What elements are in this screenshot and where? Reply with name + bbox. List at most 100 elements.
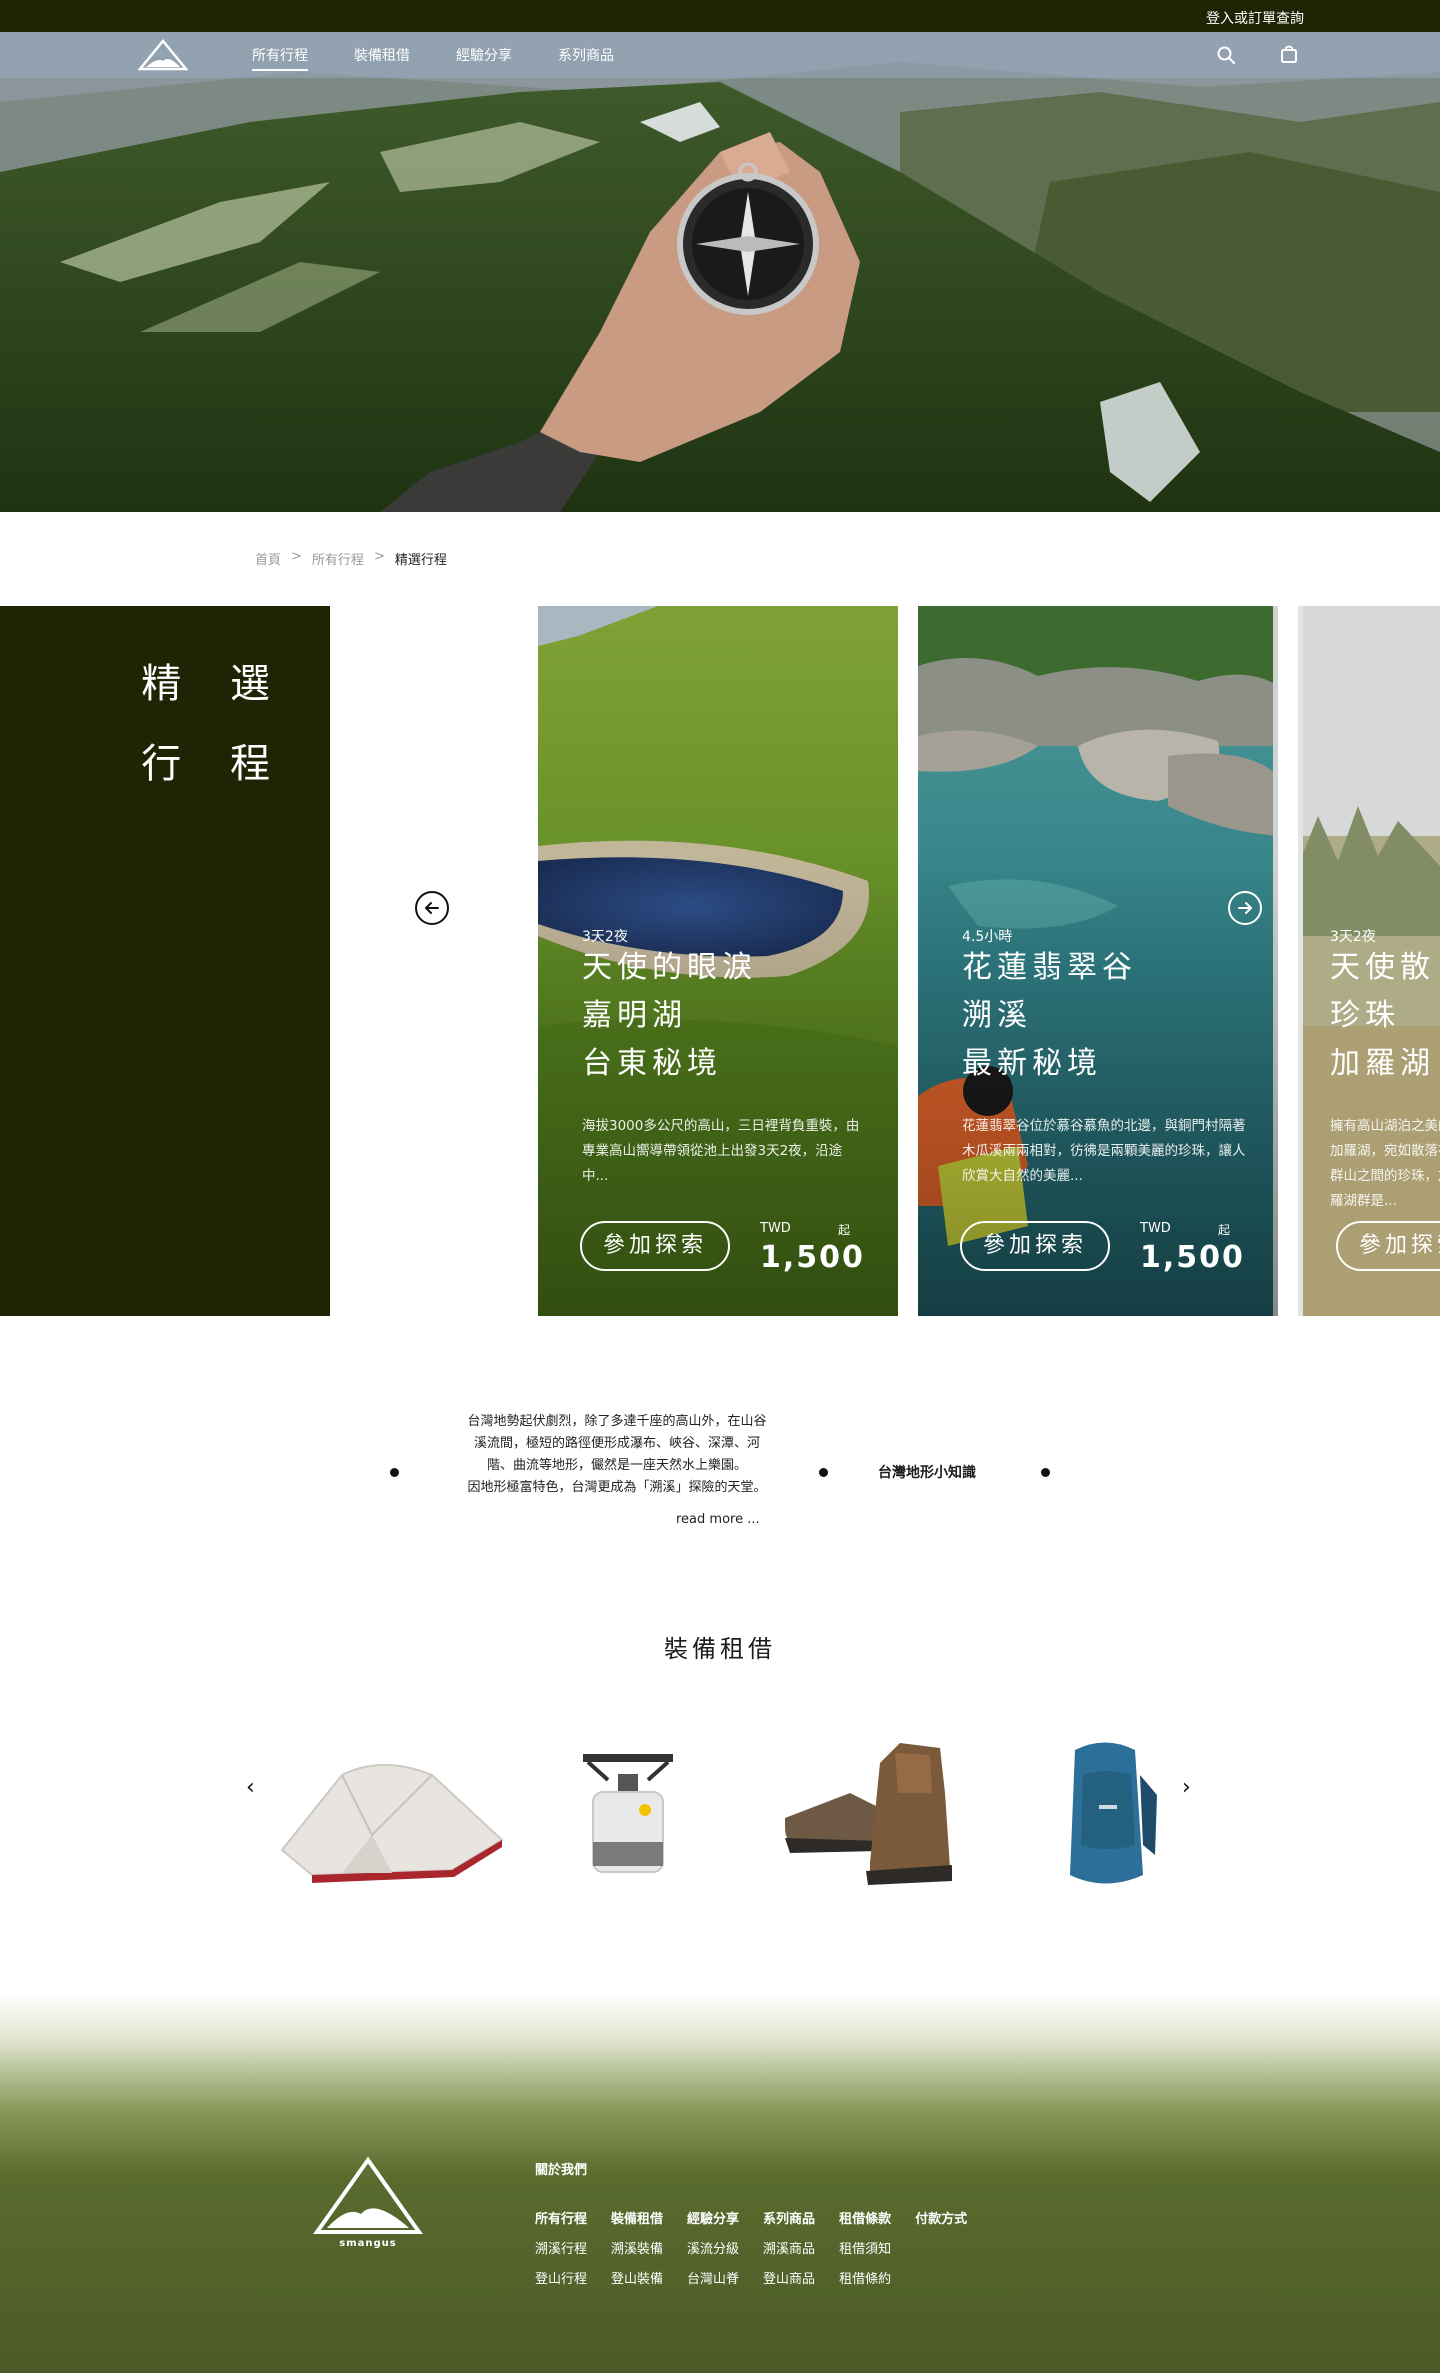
site-footer: smangus 關於我們 所有行程 溯溪行程 登山行程 裝備租借 溯溪裝備 登山… <box>0 1995 1440 2373</box>
hiking-boots-icon[interactable] <box>780 1733 955 1888</box>
trip-card-emerald-valley[interactable]: 4.5小時 花蓮翡翠谷 溯溪 最新秘境 花蓮翡翠谷位於慕谷慕魚的北邊，與銅門村隔… <box>918 606 1278 1316</box>
arrow-left-icon <box>425 902 439 914</box>
trip-price: 1,500 <box>760 1240 865 1275</box>
trip-title-line: 珍珠 <box>1330 998 1400 1033</box>
carousel-dot[interactable] <box>390 1468 399 1477</box>
footer-link[interactable]: 溯溪商品 <box>763 2235 815 2265</box>
nav-link-gear-rental[interactable]: 裝備租借 <box>354 45 410 65</box>
trip-duration: 3天2夜 <box>582 929 628 945</box>
trip-description: 花蓮翡翠谷位於慕谷慕魚的北邊，與銅門村隔著木瓜溪兩兩相對，彷彿是兩顆美麗的珍珠，… <box>962 1118 1246 1184</box>
top-bar: 登入或訂單查詢 <box>0 0 1440 32</box>
trip-title-line: 台東秘境 <box>582 1046 722 1081</box>
carousel-prev-button[interactable] <box>415 891 449 925</box>
trip-title-line: 加羅湖 <box>1330 1046 1435 1081</box>
trip-card-jialuo-lake[interactable]: 3天2夜 天使散 珍珠 加羅湖 擁有高山湖泊之美的加羅湖，宛如散落在群山之間的珍… <box>1298 606 1440 1316</box>
footer-column-head[interactable]: 系列商品 <box>763 2205 815 2235</box>
knowledge-label[interactable]: 台灣地形小知識 <box>878 1462 976 1482</box>
footer-column-head[interactable]: 所有行程 <box>535 2205 587 2235</box>
footer-link[interactable]: 登山商品 <box>763 2265 815 2295</box>
footer-column: 經驗分享 溪流分級 台灣山脊 <box>687 2205 739 2295</box>
footer-logo[interactable]: smangus <box>313 2156 423 2256</box>
trip-title-line: 花蓮翡翠谷 <box>962 950 1137 985</box>
knowledge-line: 階、曲流等地形，儼然是一座天然水上樂園。 <box>486 1458 747 1473</box>
join-button[interactable]: 參加探索 <box>960 1221 1110 1271</box>
trip-duration: 4.5小時 <box>962 929 1013 945</box>
mountain-logo-icon <box>313 2156 423 2234</box>
featured-title-panel: 精 選 行 程 <box>0 606 330 1316</box>
gear-section-title: 裝備租借 <box>664 1635 776 1663</box>
backpack-icon[interactable] <box>1055 1735 1160 1892</box>
price-from: 起 <box>1218 1223 1231 1237</box>
nav-link-all-trips[interactable]: 所有行程 <box>252 45 308 71</box>
footer-link[interactable]: 溯溪裝備 <box>611 2235 663 2265</box>
shopping-bag-icon[interactable] <box>1279 44 1299 64</box>
nav-link-merchandise[interactable]: 系列商品 <box>558 45 614 65</box>
hero-image <box>0 32 1440 512</box>
breadcrumb-separator: > <box>373 549 385 564</box>
trip-title-line: 天使的眼淚 <box>582 950 757 985</box>
footer-link[interactable]: 溪流分級 <box>687 2235 739 2265</box>
price-from: 起 <box>838 1223 851 1237</box>
tent-icon[interactable] <box>272 1745 512 1885</box>
footer-column: 系列商品 溯溪商品 登山商品 <box>763 2205 815 2295</box>
footer-column-head[interactable]: 裝備租借 <box>611 2205 663 2235</box>
arrow-right-icon <box>1238 902 1252 914</box>
trip-title-line: 溯溪 <box>962 998 1032 1033</box>
footer-columns: 所有行程 溯溪行程 登山行程 裝備租借 溯溪裝備 登山裝備 經驗分享 溪流分級 … <box>535 2205 991 2295</box>
gas-stove-icon[interactable] <box>578 1750 678 1885</box>
knowledge-text: 台灣地勢起伏劇烈，除了多達千座的高山外，在山谷 溪流間，極短的路徑便形成瀑布、峽… <box>452 1411 782 1499</box>
breadcrumb-home[interactable]: 首頁 <box>255 549 281 568</box>
carousel-next-button[interactable] <box>1228 891 1262 925</box>
nav-link-experience[interactable]: 經驗分享 <box>456 45 512 65</box>
footer-column-head[interactable]: 付款方式 <box>915 2205 967 2235</box>
login-order-link[interactable]: 登入或訂單查詢 <box>1206 8 1304 28</box>
footer-wordmark: smangus <box>339 2238 397 2249</box>
footer-link[interactable]: 租借條約 <box>839 2265 891 2295</box>
carousel-dot[interactable] <box>819 1468 828 1477</box>
footer-link[interactable]: 租借須知 <box>839 2235 891 2265</box>
footer-link[interactable]: 登山裝備 <box>611 2265 663 2295</box>
footer-column-head[interactable]: 經驗分享 <box>687 2205 739 2235</box>
footer-column: 所有行程 溯溪行程 登山行程 <box>535 2205 587 2295</box>
footer-column-head[interactable]: 租借條款 <box>839 2205 891 2235</box>
footer-link[interactable]: 登山行程 <box>535 2265 587 2295</box>
knowledge-line: 台灣地勢起伏劇烈，除了多達千座的高山外，在山谷 <box>467 1414 767 1429</box>
carousel-dot[interactable] <box>1041 1468 1050 1477</box>
read-more-link[interactable]: read more ... <box>676 1512 760 1527</box>
hero-banner: 所有行程 裝備租借 經驗分享 系列商品 <box>0 32 1440 512</box>
mountain-logo-icon[interactable] <box>138 37 188 73</box>
price-currency: TWD <box>760 1221 791 1236</box>
breadcrumb-current: 精選行程 <box>394 553 447 568</box>
footer-link[interactable]: 溯溪行程 <box>535 2235 587 2265</box>
footer-column: 裝備租借 溯溪裝備 登山裝備 <box>611 2205 663 2295</box>
trip-title: 天使的眼淚 嘉明湖 台東秘境 <box>582 944 757 1088</box>
gear-next-button[interactable]: › <box>1182 1775 1191 1800</box>
trip-duration: 3天2夜 <box>1330 929 1376 945</box>
nav-links: 所有行程 裝備租借 經驗分享 系列商品 <box>252 32 660 78</box>
breadcrumb-all-trips[interactable]: 所有行程 <box>312 549 364 568</box>
featured-title: 精 選 行 程 <box>88 644 288 804</box>
join-button[interactable]: 參加探索 <box>1336 1221 1440 1271</box>
join-button[interactable]: 參加探索 <box>580 1221 730 1271</box>
main-nav: 所有行程 裝備租借 經驗分享 系列商品 <box>0 32 1440 78</box>
trip-title: 天使散 珍珠 加羅湖 <box>1330 944 1435 1088</box>
trip-title-line: 最新秘境 <box>962 1046 1102 1081</box>
price-currency: TWD <box>1140 1221 1171 1236</box>
trip-price: 1,500 <box>1140 1240 1245 1275</box>
trip-description: 海拔3000多公尺的高山，三日裡背負重裝，由專業高山嚮導帶領從池上出發3天2夜，… <box>582 1118 860 1184</box>
knowledge-line: 溪流間，極短的路徑便形成瀑布、峽谷、深潭、河 <box>473 1436 760 1451</box>
trip-title-line: 嘉明湖 <box>582 998 687 1033</box>
trip-description: 擁有高山湖泊之美的加羅湖，宛如散落在群山之間的珍珠，加羅湖群是... <box>1330 1118 1440 1209</box>
trip-title-line: 天使散 <box>1330 950 1435 985</box>
footer-link[interactable]: 台灣山脊 <box>687 2265 739 2295</box>
featured-title-line: 精 選 <box>141 661 288 707</box>
footer-column: 租借條款 租借須知 租借條約 <box>839 2205 891 2295</box>
footer-about-link[interactable]: 關於我們 <box>535 2159 587 2178</box>
breadcrumb-separator: > <box>291 549 302 564</box>
trip-title: 花蓮翡翠谷 溯溪 最新秘境 <box>962 944 1137 1088</box>
gear-prev-button[interactable]: ‹ <box>246 1775 255 1800</box>
search-icon[interactable] <box>1216 45 1236 65</box>
trip-card-jiaming-lake[interactable]: 3天2夜 天使的眼淚 嘉明湖 台東秘境 海拔3000多公尺的高山，三日裡背負重裝… <box>538 606 898 1316</box>
featured-title-line: 行 程 <box>141 741 288 787</box>
knowledge-line: 因地形極富特色，台灣更成為「溯溪」探險的天堂。 <box>467 1480 767 1495</box>
